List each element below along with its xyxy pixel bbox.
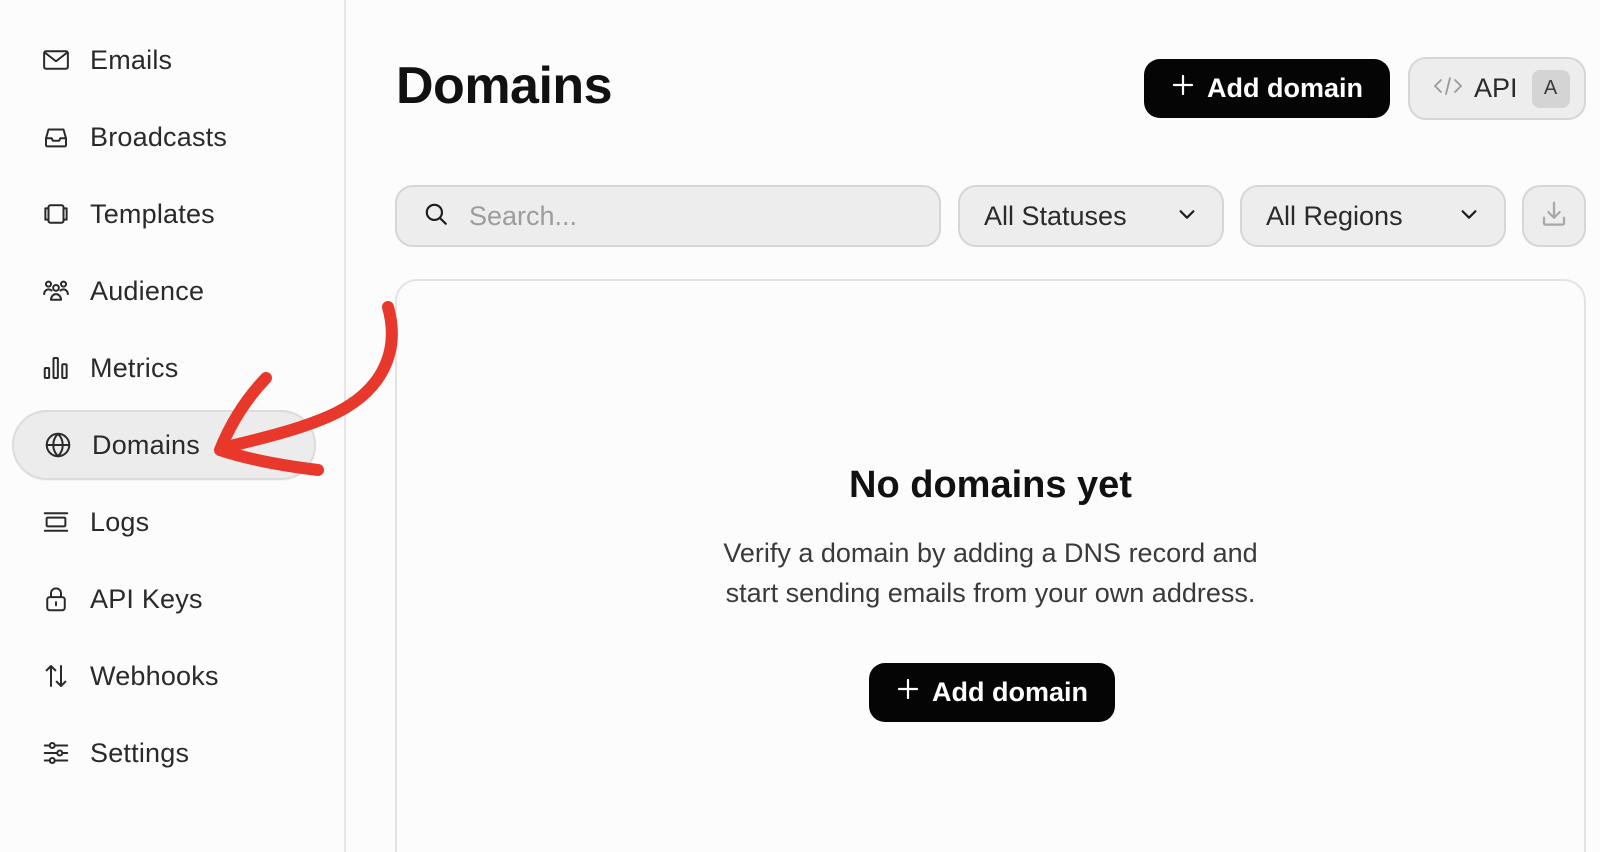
users-icon — [40, 275, 72, 307]
empty-state-description: Verify a domain by adding a DNS record a… — [396, 533, 1585, 613]
arrows-up-down-icon — [40, 660, 72, 692]
plus-icon — [1171, 73, 1195, 104]
empty-state-add-domain-button[interactable]: Add domain — [869, 663, 1115, 722]
page-title: Domains — [396, 57, 613, 115]
chevron-down-icon — [1458, 203, 1480, 230]
sidebar-item-label: Audience — [90, 275, 205, 306]
sidebar-item-label: Domains — [92, 429, 200, 460]
status-filter-value: All Statuses — [984, 200, 1127, 231]
export-button[interactable] — [1522, 185, 1586, 247]
logs-icon — [40, 506, 72, 538]
sidebar-item-label: Metrics — [90, 352, 179, 383]
plus-icon — [896, 677, 920, 708]
sidebar-item-broadcasts[interactable]: Broadcasts — [12, 102, 316, 172]
api-button[interactable]: API A — [1408, 57, 1586, 120]
app-window: Emails Broadcasts Templates Audience Met… — [0, 0, 1600, 852]
add-domain-label: Add domain — [1207, 73, 1363, 103]
inbox-tray-icon — [40, 121, 72, 153]
sidebar: Emails Broadcasts Templates Audience Met… — [0, 0, 346, 852]
add-domain-label: Add domain — [932, 677, 1088, 707]
sidebar-item-label: Logs — [90, 506, 150, 537]
sidebar-item-api-keys[interactable]: API Keys — [12, 564, 316, 634]
sidebar-item-label: Webhooks — [90, 660, 219, 691]
sidebar-item-label: Settings — [90, 737, 190, 768]
api-label: API — [1474, 73, 1518, 103]
search-input[interactable] — [469, 200, 909, 232]
region-filter-select[interactable]: All Regions — [1240, 185, 1506, 247]
search-field[interactable] — [395, 185, 941, 247]
empty-state-description-line: Verify a domain by adding a DNS record a… — [723, 538, 1258, 568]
sidebar-item-emails[interactable]: Emails — [12, 25, 316, 95]
sidebar-item-webhooks[interactable]: Webhooks — [12, 641, 316, 711]
empty-state-description-line: start sending emails from your own addre… — [725, 578, 1256, 608]
code-icon — [1432, 74, 1464, 103]
add-domain-button[interactable]: Add domain — [1144, 59, 1390, 118]
sidebar-item-settings[interactable]: Settings — [12, 718, 316, 788]
mail-icon — [40, 44, 72, 76]
keyboard-shortcut-badge: A — [1531, 69, 1570, 108]
sidebar-item-domains[interactable]: Domains — [12, 410, 316, 480]
templates-icon — [40, 198, 72, 230]
sidebar-item-label: Emails — [90, 44, 173, 75]
bar-chart-icon — [40, 352, 72, 384]
sidebar-item-label: API Keys — [90, 583, 203, 614]
sidebar-item-audience[interactable]: Audience — [12, 256, 316, 326]
search-icon — [423, 201, 449, 232]
sidebar-item-metrics[interactable]: Metrics — [12, 333, 316, 403]
region-filter-value: All Regions — [1266, 200, 1403, 231]
status-filter-select[interactable]: All Statuses — [958, 185, 1224, 247]
sidebar-item-label: Templates — [90, 198, 215, 229]
chevron-down-icon — [1176, 203, 1198, 230]
globe-icon — [42, 429, 74, 461]
sidebar-item-label: Broadcasts — [90, 121, 228, 152]
empty-state-title: No domains yet — [849, 464, 1132, 506]
lock-icon — [40, 583, 72, 615]
sidebar-item-logs[interactable]: Logs — [12, 487, 316, 557]
download-icon — [1539, 199, 1569, 234]
sidebar-item-templates[interactable]: Templates — [12, 179, 316, 249]
sliders-icon — [40, 737, 72, 769]
